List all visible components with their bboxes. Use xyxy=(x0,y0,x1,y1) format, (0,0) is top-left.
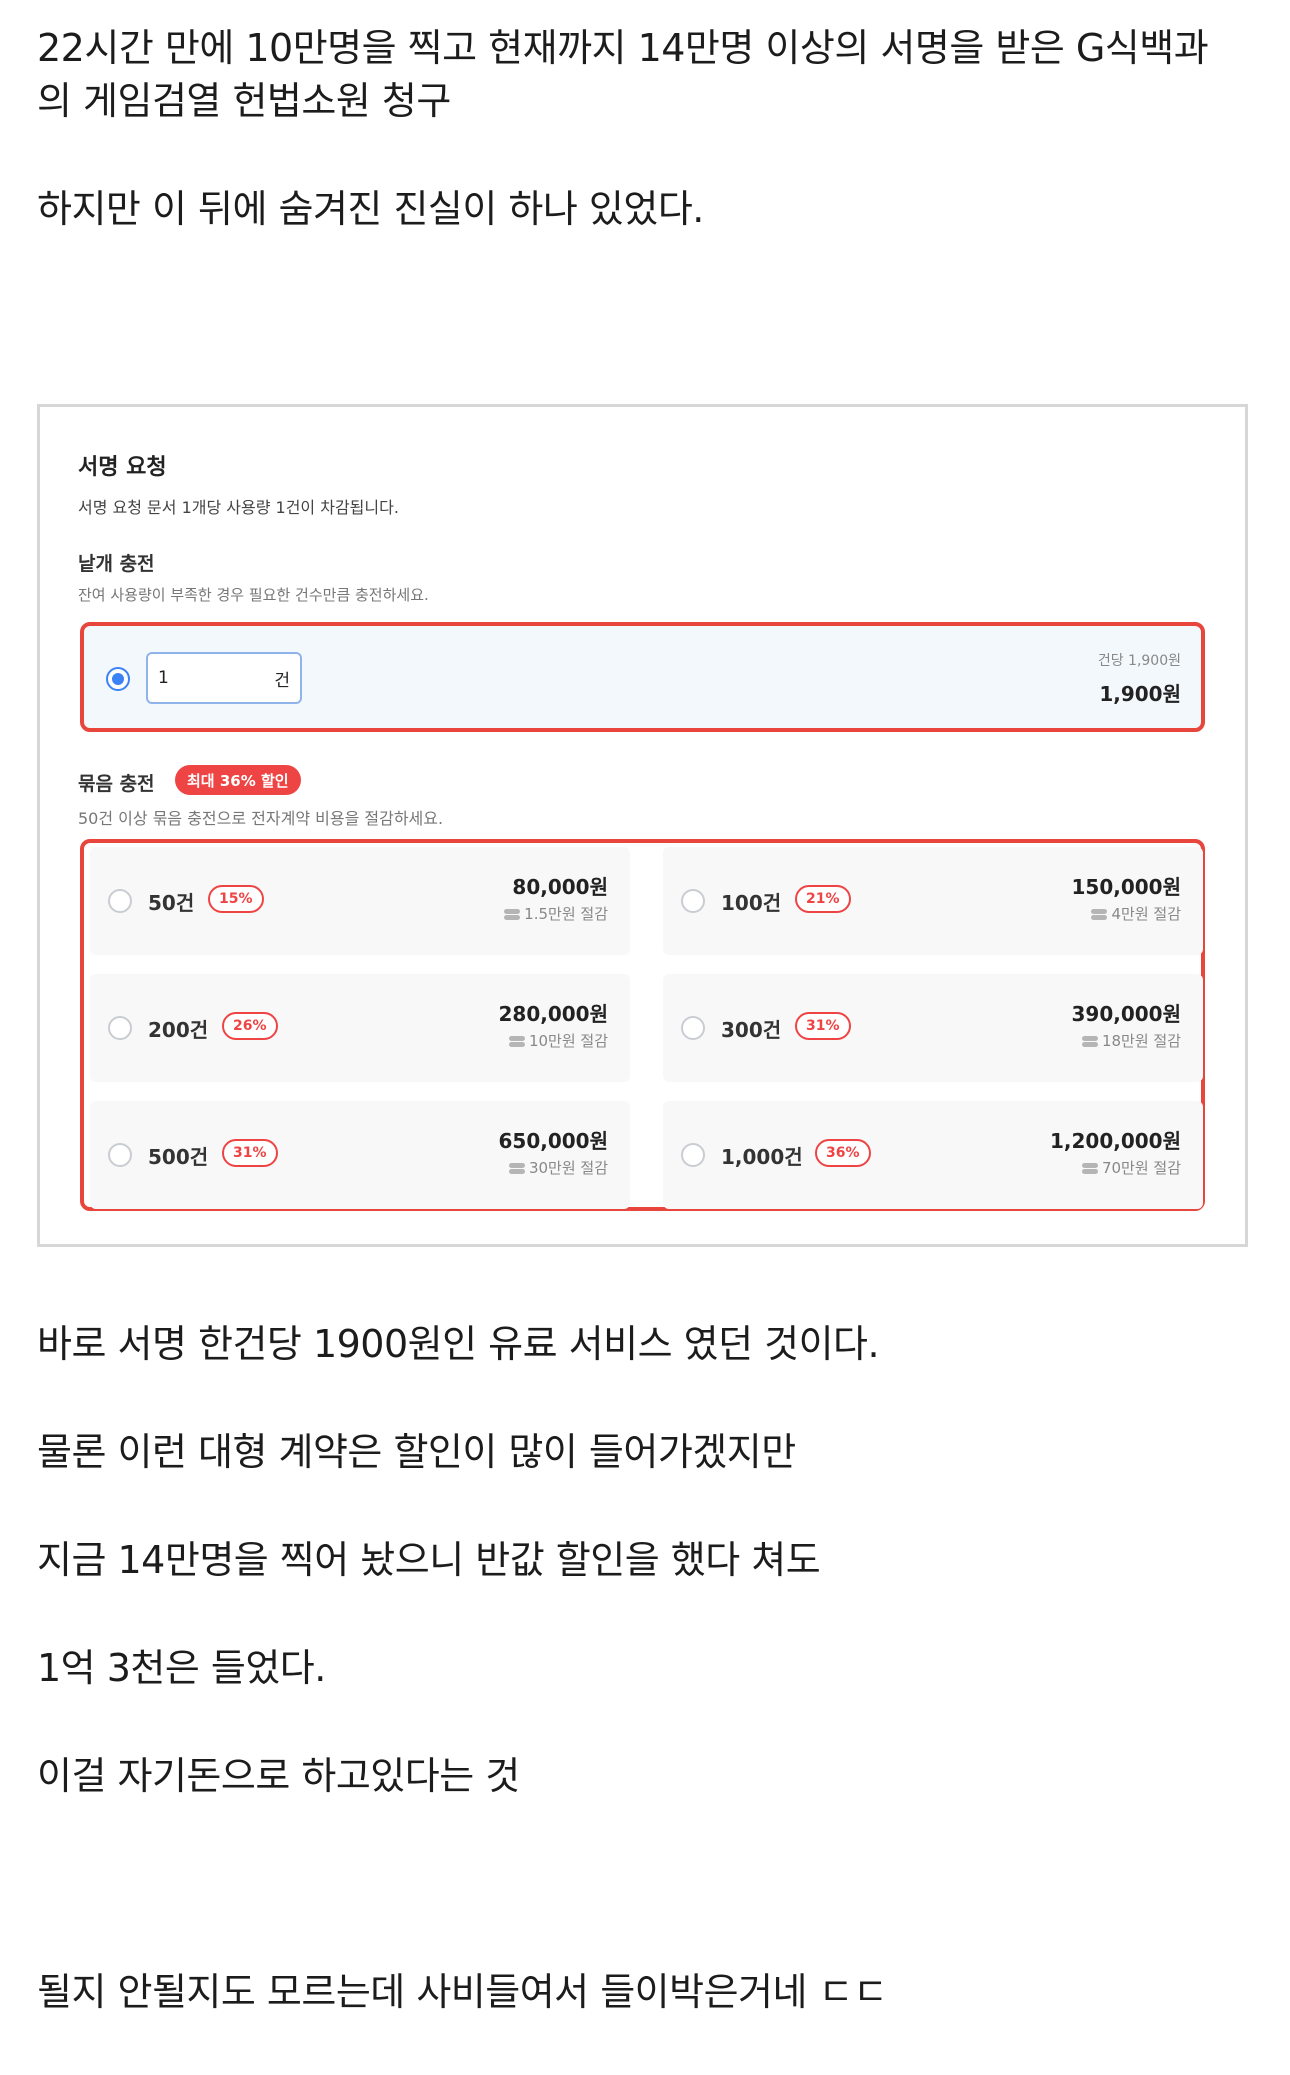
bundle-option[interactable]: 1,000건 36% 1,200,000원 70만원 절감 xyxy=(663,1101,1203,1209)
bundle-saving: 30만원 절감 xyxy=(508,1157,608,1178)
bundle-saving: 10만원 절감 xyxy=(508,1030,608,1051)
coins-icon xyxy=(1081,1035,1098,1047)
quantity-input[interactable]: 1 건 xyxy=(146,652,302,704)
bundle-option[interactable]: 100건 21% 150,000원 4만원 절감 xyxy=(663,847,1203,955)
outro-paragraph-6: 될지 안될지도 모르는데 사비들여서 들이박은거네 ㄷㄷ xyxy=(37,1970,888,2014)
outro-paragraph-5: 이걸 자기돈으로 하고있다는 것 xyxy=(37,1754,520,1798)
discount-badge: 21% xyxy=(795,885,851,913)
bundle-price: 80,000원 xyxy=(512,875,608,899)
coins-icon xyxy=(508,1035,525,1047)
bundle-radio[interactable] xyxy=(108,889,132,913)
panel-description: 서명 요청 문서 1개당 사용량 1건이 차감됩니다. xyxy=(78,498,399,517)
bundle-saving: 4만원 절감 xyxy=(1091,903,1181,924)
signature-request-screenshot: 서명 요청 서명 요청 문서 1개당 사용량 1건이 차감됩니다. 낱개 충전 … xyxy=(37,404,1248,1247)
single-charge-title: 낱개 충전 xyxy=(78,553,155,575)
bundle-count: 1,000건 xyxy=(721,1145,803,1169)
bundle-option[interactable]: 500건 31% 650,000원 30만원 절감 xyxy=(90,1101,630,1209)
bundle-option[interactable]: 200건 26% 280,000원 10만원 절감 xyxy=(90,974,630,1082)
intro-text: 22시간 만에 10만명을 찍고 현재까지 14만명 이상의 서명을 받은 G식… xyxy=(37,22,1209,128)
bundle-radio[interactable] xyxy=(681,889,705,913)
coins-icon xyxy=(1081,1162,1098,1174)
single-radio[interactable] xyxy=(106,667,130,691)
discount-badge: 26% xyxy=(222,1012,278,1040)
bundle-count: 500건 xyxy=(148,1145,209,1169)
discount-badge: 31% xyxy=(222,1139,278,1167)
bundle-price: 1,200,000원 xyxy=(1049,1129,1181,1153)
bundle-charge-description: 50건 이상 묶음 충전으로 전자계약 비용을 절감하세요. xyxy=(78,809,444,828)
bundle-count: 100건 xyxy=(721,891,782,915)
outro-paragraph-3: 지금 14만명을 찍어 놨으니 반값 할인을 했다 쳐도 xyxy=(37,1538,821,1582)
bundle-count: 200건 xyxy=(148,1018,209,1042)
quantity-value: 1 xyxy=(158,668,169,688)
bundle-count: 300건 xyxy=(721,1018,782,1042)
bundle-radio[interactable] xyxy=(681,1016,705,1040)
outro-paragraph-2: 물론 이런 대형 계약은 할인이 많이 들어가겠지만 xyxy=(37,1430,796,1474)
unit-price: 건당 1,900원 xyxy=(1097,653,1181,669)
intro-line-2: 의 게임검열 헌법소원 청구 xyxy=(37,79,451,123)
discount-badge: 31% xyxy=(795,1012,851,1040)
bundle-option[interactable]: 50건 15% 80,000원 1.5만원 절감 xyxy=(90,847,630,955)
bundle-saving: 18만원 절감 xyxy=(1081,1030,1181,1051)
intro-line-3: 하지만 이 뒤에 숨겨진 진실이 하나 있었다. xyxy=(37,187,704,231)
bundle-price: 650,000원 xyxy=(498,1129,609,1153)
bundle-count: 50건 xyxy=(148,891,195,915)
bundle-radio[interactable] xyxy=(108,1016,132,1040)
single-total-price: 1,900원 xyxy=(1099,682,1181,706)
bundle-price: 390,000원 xyxy=(1071,1002,1182,1026)
discount-badge: 15% xyxy=(208,885,264,913)
bundle-option[interactable]: 300건 31% 390,000원 18만원 절감 xyxy=(663,974,1203,1082)
bundle-price: 150,000원 xyxy=(1071,875,1182,899)
single-charge-option[interactable]: 1 건 건당 1,900원 1,900원 xyxy=(80,622,1205,732)
coins-icon xyxy=(504,908,521,920)
outro-paragraph-1: 바로 서명 한건당 1900원인 유료 서비스 였던 것이다. xyxy=(37,1322,880,1366)
coins-icon xyxy=(508,1162,525,1174)
bundle-radio[interactable] xyxy=(681,1143,705,1167)
coins-icon xyxy=(1091,908,1108,920)
single-charge-description: 잔여 사용량이 부족한 경우 필요한 건수만큼 충전하세요. xyxy=(78,586,429,604)
bundle-options-grid: 50건 15% 80,000원 1.5만원 절감 100건 21% 150,00… xyxy=(80,839,1205,1211)
bundle-saving: 1.5만원 절감 xyxy=(504,903,608,924)
intro-line-1: 22시간 만에 10만명을 찍고 현재까지 14만명 이상의 서명을 받은 G식… xyxy=(37,26,1209,70)
bundle-charge-title: 묶음 충전 xyxy=(78,773,155,795)
bundle-saving: 70만원 절감 xyxy=(1081,1157,1181,1178)
bundle-price: 280,000원 xyxy=(498,1002,609,1026)
quantity-unit: 건 xyxy=(274,670,290,691)
bundle-radio[interactable] xyxy=(108,1143,132,1167)
max-discount-badge: 최대 36% 할인 xyxy=(175,765,301,795)
outro-paragraph-4: 1억 3천은 들었다. xyxy=(37,1646,326,1690)
discount-badge: 36% xyxy=(815,1139,871,1167)
panel-title: 서명 요청 xyxy=(78,455,167,480)
